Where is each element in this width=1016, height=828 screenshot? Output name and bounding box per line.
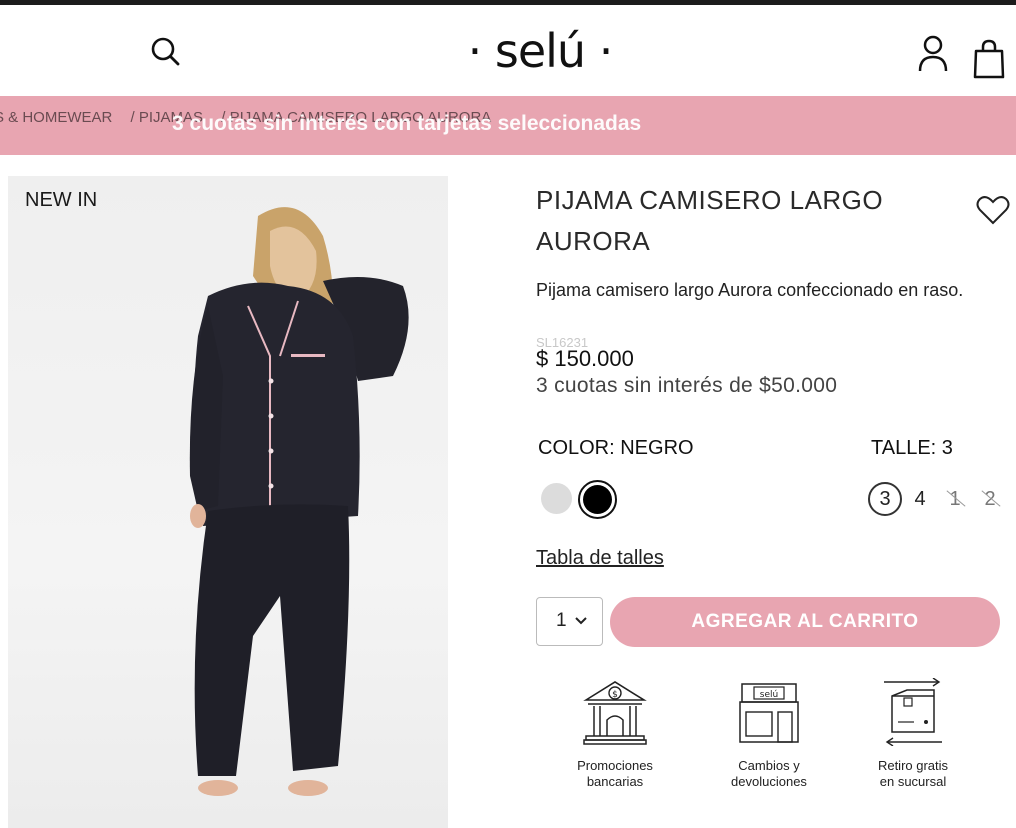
add-to-cart-button[interactable]: AGREGAR AL CARRITO: [610, 597, 1000, 647]
heart-icon[interactable]: [976, 194, 1010, 226]
size-option-3[interactable]: 3: [868, 482, 902, 516]
color-swatch-gray[interactable]: [541, 483, 572, 514]
shopping-bag-icon[interactable]: [972, 39, 1006, 79]
product-image[interactable]: NEW IN: [8, 176, 448, 828]
color-swatch-black-dot: [583, 485, 612, 514]
svg-text:$: $: [612, 690, 618, 700]
feature-label-line1: Promociones: [577, 758, 653, 773]
quantity-select[interactable]: 1: [536, 597, 603, 646]
breadcrumb-item-homewear[interactable]: S & HOMEWEAR: [0, 109, 112, 126]
feature-label-line2: devoluciones: [731, 774, 807, 789]
product-title: PIJAMA CAMISERO LARGO AURORA: [536, 185, 884, 256]
size-option-2[interactable]: 2: [973, 482, 1007, 516]
promo-text: 3 cuotas sin interés con tarjetas selecc…: [172, 112, 642, 135]
feature-returns: selú Cambios y devoluciones: [694, 678, 844, 790]
feature-label-line1: Cambios y: [738, 758, 800, 773]
store-icon: selú: [739, 683, 799, 743]
package-return-icon: [884, 678, 942, 746]
brand-logo[interactable]: · selú ·: [440, 21, 640, 81]
store-sign-text: selú: [760, 690, 778, 700]
user-icon[interactable]: [917, 35, 949, 73]
product-description: Pijama camisero largo Aurora confecciona…: [536, 280, 964, 300]
new-in-badge: NEW IN: [25, 189, 98, 211]
feature-label: Cambios y devoluciones: [694, 758, 844, 790]
search-icon[interactable]: [150, 36, 182, 68]
model-photo: [189, 207, 409, 796]
size-option-4[interactable]: 4: [903, 482, 937, 516]
feature-label: Retiro gratis en sucursal: [838, 758, 988, 790]
feature-label-line2: en sucursal: [879, 774, 947, 789]
color-swatch-black[interactable]: [578, 480, 617, 519]
feature-label: Promociones bancarias: [540, 758, 690, 790]
size-table-link[interactable]: Tabla de talles: [536, 547, 664, 570]
installments-info: 3 cuotas sin interés de $50.000: [536, 374, 838, 397]
color-label: COLOR: NEGRO: [538, 437, 694, 459]
promo-banner: S & HOMEWEAR / PIJAMAS / PIJAMA CAMISERO…: [0, 96, 1016, 155]
chevron-down-icon: [575, 617, 587, 625]
feature-bank-promos: $ Promociones bancarias: [540, 678, 690, 790]
size-option-1[interactable]: 1: [938, 482, 972, 516]
feature-free-pickup: Retiro gratis en sucursal: [838, 678, 988, 790]
feature-label-line2: bancarias: [586, 774, 644, 789]
site-header: · selú ·: [0, 5, 1016, 96]
bank-icon: $: [583, 681, 647, 745]
product-price: $ 150.000: [536, 346, 634, 371]
size-label: TALLE: 3: [871, 437, 953, 459]
quantity-value: 1: [556, 610, 567, 631]
feature-label-line1: Retiro gratis: [877, 758, 949, 773]
